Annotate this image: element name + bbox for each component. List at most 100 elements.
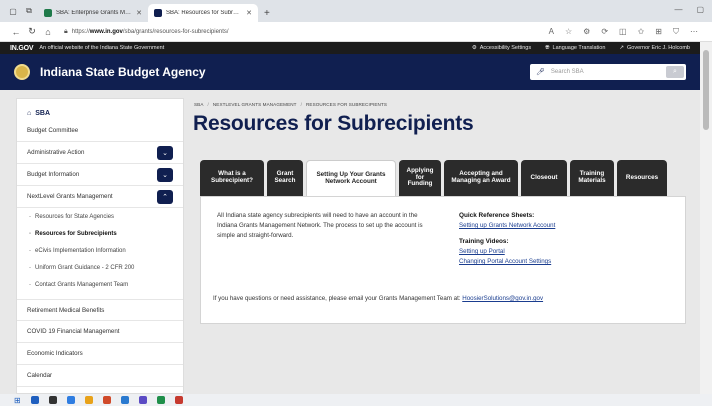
in-gov-logo[interactable]: IN.GOV <box>10 45 34 52</box>
chevron-down-icon[interactable]: ⌄ <box>157 167 173 182</box>
maximize-icon[interactable]: ▢ <box>696 5 704 14</box>
content-tab[interactable]: Closeout <box>521 160 567 196</box>
sidebar-subitem[interactable]: - Resources for Subrecipients <box>17 225 183 242</box>
close-tab-icon[interactable]: ✕ <box>246 9 252 17</box>
taskbar-app-icon[interactable] <box>120 396 129 404</box>
sidebar-subitem[interactable]: - eCivis Implementation Information <box>17 242 183 259</box>
translation-link[interactable]: 🌐︎ Language Translation <box>545 45 605 52</box>
content-tab[interactable]: Applying for Funding <box>399 160 441 196</box>
intro-text: All Indiana state agency subrecipients w… <box>217 212 423 239</box>
browser-tab[interactable]: SBA: Resources for Subrecipients ✕ <box>148 4 258 22</box>
window-menu-icon[interactable]: ▢ <box>6 4 20 18</box>
sidebar-nav: ⌂ SBA Budget Committee Administrative Act… <box>16 98 184 394</box>
agency-name[interactable]: Indiana State Budget Agency <box>40 65 530 79</box>
os-taskbar: ⊞ <box>0 394 712 406</box>
sidebar-item-label: Calendar <box>27 372 53 379</box>
read-aloud-icon[interactable]: A <box>549 27 554 37</box>
quick-ref-link[interactable]: Setting up Grants Network Account <box>459 221 669 231</box>
home-icon: ⌂ <box>27 110 32 117</box>
gov-banner: IN.GOV An official website of the Indian… <box>0 42 700 54</box>
sidebar-subitem[interactable]: - Uniform Grant Guidance - 2 CFR 200 <box>17 259 183 276</box>
email-link[interactable]: HoosierSolutions@gov.in.gov <box>462 295 543 302</box>
sidebar-subitem[interactable]: - Resources for State Agencies <box>17 208 183 225</box>
sidebar-item[interactable]: NextLevel Grants Management ⌃ <box>17 186 183 208</box>
taskbar-app-icon[interactable] <box>30 396 39 404</box>
breadcrumb-item[interactable]: NextLevel Grants Management <box>213 102 297 107</box>
url-field[interactable]: 🔒︎ https://www.in.gov/sba/grants/resourc… <box>64 25 549 39</box>
bullet-icon: - <box>29 247 31 254</box>
address-bar: ← ↻ ⌂ 🔒︎ https://www.in.gov/sba/grants/r… <box>0 22 712 42</box>
sidebar-item[interactable]: Economic Indicators <box>17 343 183 365</box>
refresh-icon[interactable]: ⟳ <box>601 27 608 37</box>
content-tab[interactable]: Resources <box>617 160 667 196</box>
sidebar-home[interactable]: ⌂ SBA <box>17 99 183 120</box>
sidebar-item[interactable]: Calendar <box>17 365 183 387</box>
content-tab[interactable]: Setting Up Your Grants Network Account <box>306 160 396 196</box>
scroll-thumb[interactable] <box>703 50 709 130</box>
taskbar-app-icon[interactable] <box>138 396 147 404</box>
microphone-icon[interactable]: 🎤︎ <box>536 68 545 76</box>
more-icon[interactable]: ⋯ <box>690 27 698 37</box>
favicon-icon <box>154 9 162 17</box>
sidebar-subitem-label: eCivis Implementation Information <box>35 247 126 254</box>
back-icon[interactable]: ← <box>8 27 24 37</box>
sidebar-item-label: COVID 19 Financial Management <box>27 328 120 335</box>
tab-title: SBA: Enterprise Grants Manageme <box>56 10 132 16</box>
chevron-up-icon[interactable]: ⌃ <box>157 189 173 204</box>
new-tab-button[interactable]: + <box>264 8 270 19</box>
sidebar-item-label: NextLevel Grants Management <box>27 193 113 200</box>
sidebar-item[interactable]: Administrative Action ⌄ <box>17 142 183 164</box>
search-button[interactable]: ⌕ <box>666 66 684 78</box>
content-tab[interactable]: Grant Search <box>267 160 303 196</box>
tab-actions-icon[interactable]: ⧉ <box>22 4 36 18</box>
bullet-icon: - <box>29 213 31 220</box>
split-screen-icon[interactable]: ◫ <box>619 27 627 37</box>
breadcrumb-item[interactable]: SBA <box>194 102 204 107</box>
gear-icon: ⚙ <box>471 45 477 51</box>
close-tab-icon[interactable]: ✕ <box>136 9 142 17</box>
chevron-down-icon[interactable]: ⌄ <box>157 145 173 160</box>
home-icon[interactable]: ⌂ <box>40 27 56 37</box>
shield-icon[interactable]: ⛉ <box>673 27 679 37</box>
search-input[interactable]: 🎤︎ Search SBA ⌕ <box>530 64 686 80</box>
extension-icon[interactable]: ⚙ <box>583 27 590 37</box>
taskbar-app-icon[interactable] <box>102 396 111 404</box>
taskbar-app-icon[interactable] <box>48 396 57 404</box>
tab-panel: All Indiana state agency subrecipients w… <box>200 196 686 324</box>
sidebar-subitem[interactable]: - Contact Grants Management Team <box>17 276 183 293</box>
browser-tab[interactable]: SBA: Enterprise Grants Manageme ✕ <box>38 4 148 22</box>
training-link[interactable]: Changing Portal Account Settings <box>459 257 669 267</box>
url-host: www.in.gov <box>89 28 123 35</box>
lock-icon: 🔒︎ <box>64 27 68 35</box>
site-header: Indiana State Budget Agency 🎤︎ Search SB… <box>0 54 700 90</box>
quick-reference: Quick Reference Sheets: Setting up Grant… <box>459 211 669 267</box>
tab-title: SBA: Resources for Subrecipients <box>166 10 242 16</box>
taskbar-app-icon[interactable] <box>84 396 93 404</box>
bullet-icon: - <box>29 281 31 288</box>
sidebar-item-label: Administrative Action <box>27 149 85 156</box>
sidebar-item[interactable]: Budget Information ⌄ <box>17 164 183 186</box>
content-tab[interactable]: Training Materials <box>570 160 614 196</box>
sidebar-item[interactable]: Budget Committee <box>17 120 183 142</box>
sidebar-subitem-label: Uniform Grant Guidance - 2 CFR 200 <box>35 264 135 271</box>
quick-ref-heading: Quick Reference Sheets: <box>459 212 535 219</box>
taskbar-app-icon[interactable] <box>174 396 183 404</box>
taskbar-app-icon[interactable] <box>156 396 165 404</box>
governor-link[interactable]: ↗ Governor Eric J. Holcomb <box>619 45 690 51</box>
minimize-icon[interactable]: — <box>674 5 682 14</box>
content-tab[interactable]: Accepting and Managing an Award <box>444 160 518 196</box>
state-seal-icon[interactable] <box>14 64 30 80</box>
accessibility-link[interactable]: ⚙ Accessibility Settings <box>472 45 531 51</box>
sidebar-item[interactable]: COVID 19 Financial Management <box>17 321 183 343</box>
page-scrollbar[interactable] <box>700 42 712 394</box>
reload-icon[interactable]: ↻ <box>24 26 40 37</box>
taskbar-app-icon[interactable] <box>66 396 75 404</box>
start-icon[interactable]: ⊞ <box>14 396 21 405</box>
sidebar-item[interactable]: Retirement Medical Benefits <box>17 299 183 321</box>
breadcrumb-current: Resources for Subrecipients <box>305 102 388 107</box>
favorites-icon[interactable]: ✩ <box>638 27 645 37</box>
content-tab[interactable]: What is a Subrecipient? <box>200 160 264 196</box>
collections-icon[interactable]: ⊞ <box>655 27 662 37</box>
favorite-star-icon[interactable]: ☆ <box>565 27 572 37</box>
training-link[interactable]: Setting up Portal <box>459 247 669 257</box>
